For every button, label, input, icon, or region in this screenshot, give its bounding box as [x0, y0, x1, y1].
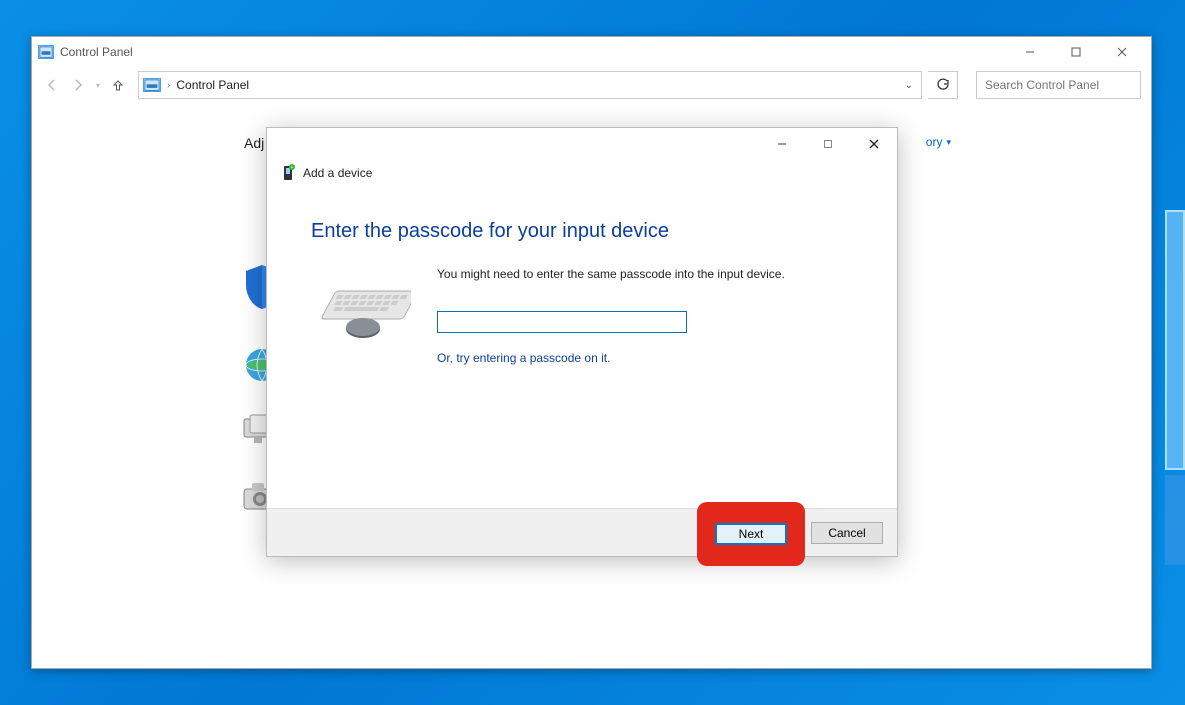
breadcrumb-separator: › [167, 80, 170, 91]
dialog-title: Add a device [303, 166, 372, 180]
view-by-dropdown[interactable]: ory ▾ [926, 135, 951, 149]
minimize-button[interactable] [1007, 38, 1053, 66]
history-dropdown[interactable]: ▾ [94, 81, 102, 90]
address-bar[interactable]: › Control Panel ⌄ [138, 71, 922, 99]
passcode-input[interactable] [437, 311, 687, 333]
breadcrumb[interactable]: Control Panel [176, 78, 249, 92]
next-button[interactable]: Next [715, 523, 787, 545]
window-title: Control Panel [60, 45, 133, 59]
dialog-header: + Add a device [267, 160, 897, 194]
desktop-accent [1165, 210, 1185, 470]
toolbar: ▾ › Control Panel ⌄ [32, 67, 1151, 103]
chevron-down-icon: ▾ [946, 137, 951, 148]
up-button[interactable] [108, 75, 128, 95]
back-button[interactable] [42, 75, 62, 95]
address-dropdown[interactable]: ⌄ [905, 80, 917, 91]
dialog-content: Enter the passcode for your input device [267, 194, 897, 365]
dialog-maximize-button[interactable] [805, 129, 851, 159]
add-device-dialog: + Add a device Enter the passcode for yo… [266, 127, 898, 557]
search-input[interactable] [983, 77, 1142, 93]
window-titlebar: Control Panel [32, 37, 1151, 67]
cancel-button[interactable]: Cancel [811, 522, 883, 544]
search-box[interactable] [976, 71, 1141, 99]
next-button-highlight: Next [697, 502, 805, 566]
body-heading: Adj [244, 135, 264, 151]
close-button[interactable] [1099, 38, 1145, 66]
forward-button[interactable] [68, 75, 88, 95]
dialog-titlebar [267, 128, 897, 160]
alt-passcode-link[interactable]: Or, try entering a passcode on it. [437, 351, 853, 365]
svg-text:+: + [291, 165, 294, 171]
dialog-heading: Enter the passcode for your input device [311, 220, 853, 243]
desktop-accent [1165, 475, 1185, 565]
address-icon [143, 78, 161, 92]
dialog-instruction: You might need to enter the same passcod… [437, 267, 853, 281]
maximize-button[interactable] [1053, 38, 1099, 66]
view-by-label: ory [926, 135, 943, 149]
keyboard-icon [311, 285, 421, 348]
control-panel-icon [38, 45, 54, 59]
dialog-minimize-button[interactable] [759, 129, 805, 159]
dialog-close-button[interactable] [851, 129, 897, 159]
add-device-icon: + [281, 164, 295, 182]
refresh-button[interactable] [928, 71, 958, 99]
